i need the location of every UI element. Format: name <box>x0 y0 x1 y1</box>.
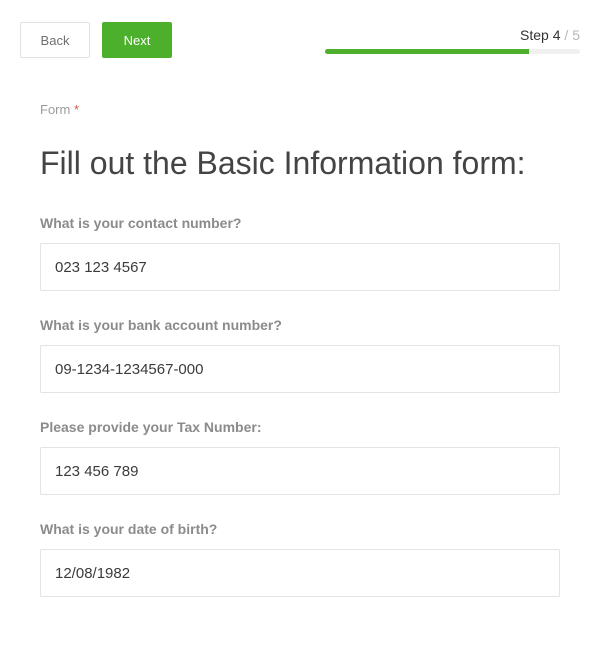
back-button[interactable]: Back <box>20 22 90 58</box>
step-current: 4 <box>553 27 561 43</box>
progress-fill <box>325 49 529 54</box>
dob-label: What is your date of birth? <box>40 521 560 537</box>
field-contact: What is your contact number? <box>40 215 560 291</box>
required-mark: * <box>74 102 79 117</box>
top-bar: Back Next Step 4 / 5 <box>0 0 600 68</box>
bank-label: What is your bank account number? <box>40 317 560 333</box>
bank-input[interactable] <box>40 345 560 393</box>
field-dob: What is your date of birth? <box>40 521 560 597</box>
field-tax: Please provide your Tax Number: <box>40 419 560 495</box>
tax-label: Please provide your Tax Number: <box>40 419 560 435</box>
form-hint: Form * <box>40 102 560 117</box>
contact-input[interactable] <box>40 243 560 291</box>
step-prefix: Step <box>520 27 553 43</box>
step-separator: / <box>561 27 573 43</box>
step-indicator: Step 4 / 5 <box>325 27 580 54</box>
progress-bar <box>325 49 580 54</box>
tax-input[interactable] <box>40 447 560 495</box>
form-hint-text: Form <box>40 102 70 117</box>
step-total: 5 <box>572 27 580 43</box>
next-button[interactable]: Next <box>102 22 172 58</box>
field-bank: What is your bank account number? <box>40 317 560 393</box>
dob-input[interactable] <box>40 549 560 597</box>
contact-label: What is your contact number? <box>40 215 560 231</box>
step-label: Step 4 / 5 <box>520 27 580 43</box>
form-content: Form * Fill out the Basic Information fo… <box>0 68 600 653</box>
page-title: Fill out the Basic Information form: <box>40 143 560 183</box>
